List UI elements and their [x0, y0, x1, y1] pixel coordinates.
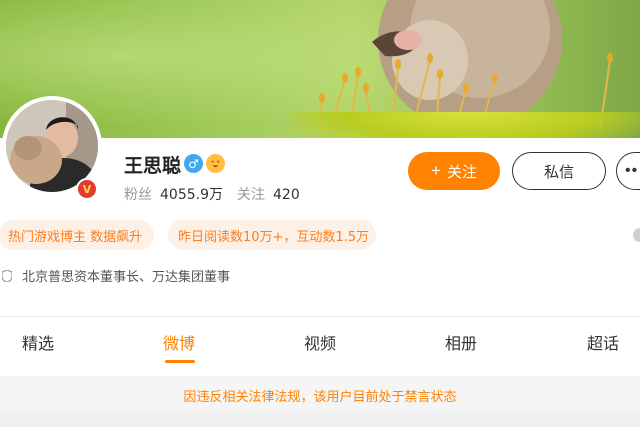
hot-game-blogger-tag[interactable]: 热门游戏博主 数据飙升 [0, 220, 154, 250]
tab-featured[interactable]: 精选 [22, 330, 54, 354]
message-button[interactable]: 私信 [512, 152, 606, 190]
verified-badge-icon: V [76, 178, 98, 200]
tab-super-topic[interactable]: 超话 [587, 330, 619, 354]
divider [0, 316, 640, 317]
message-button-label: 私信 [543, 163, 574, 181]
reading-stats-tag[interactable]: 昨日阅读数10万+，互动数1.5万 [168, 220, 376, 250]
feed-separator [0, 412, 640, 427]
active-tab-indicator [165, 360, 195, 363]
plus-icon: + [431, 161, 441, 180]
profile-name: 王思聪 [124, 155, 182, 177]
tab-album[interactable]: 相册 [445, 330, 477, 354]
male-icon: ♂ [184, 154, 203, 173]
following-label: 关注 [237, 187, 265, 203]
bio-text: 北京普思资本董事长、万达集团董事 [22, 270, 231, 285]
tab-weibo[interactable]: 微博 [163, 330, 195, 354]
tag-scroll-indicator [633, 228, 640, 242]
follow-button[interactable]: + 关注 [408, 152, 500, 190]
more-dots-icon: •• [625, 162, 639, 179]
follow-button-label: 关注 [446, 163, 477, 181]
profile-stats: 粉丝 4055.9万 关注 420 [124, 184, 314, 204]
fans-label: 粉丝 [124, 187, 152, 203]
following-count[interactable]: 420 [273, 187, 300, 203]
tab-video[interactable]: 视频 [304, 330, 336, 354]
fans-count[interactable]: 4055.9万 [160, 187, 223, 203]
heart-eyes-emoji-icon [206, 154, 225, 173]
info-icon [0, 269, 14, 283]
bio: 北京普思资本董事长、万达集团董事 [0, 266, 230, 285]
ban-notice: 因违反相关法律法规，该用户目前处于禁言状态 [183, 390, 457, 405]
